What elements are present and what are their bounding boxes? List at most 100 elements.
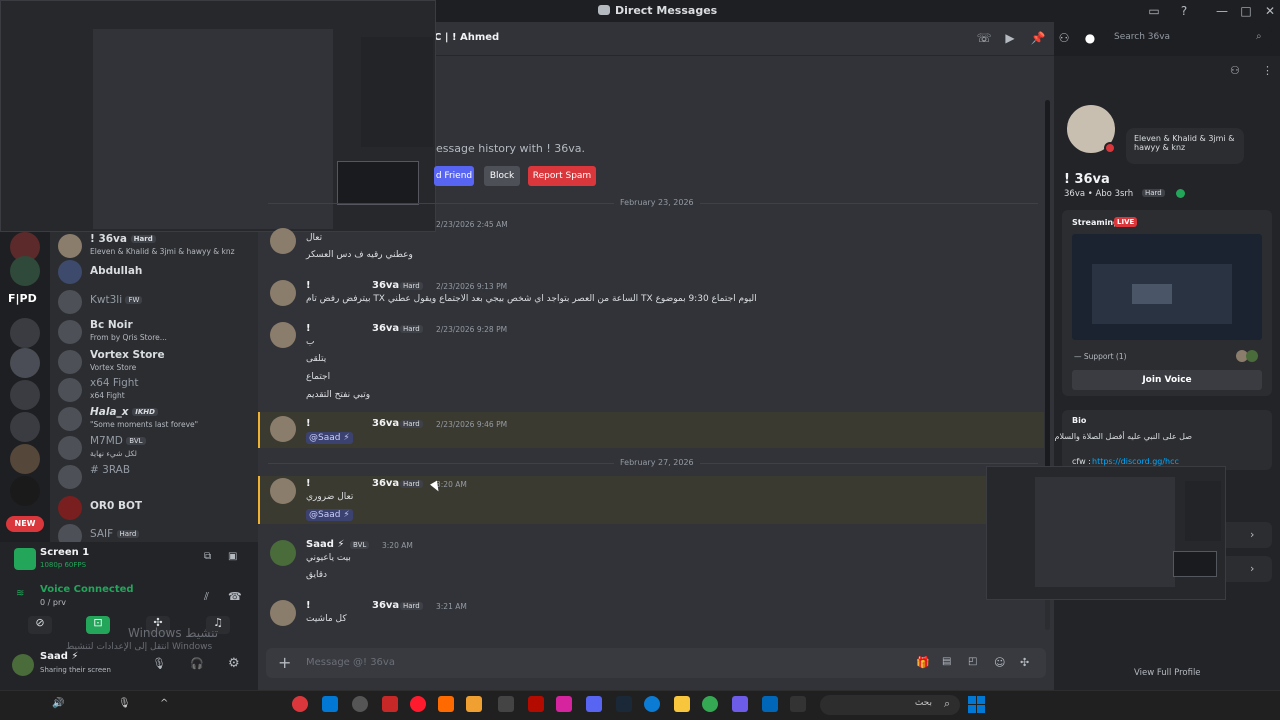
- message-input[interactable]: Message @! 36va: [306, 657, 395, 668]
- server-icon[interactable]: [10, 380, 40, 410]
- gif-icon[interactable]: ▤: [942, 656, 951, 667]
- bio-label: Bio: [1072, 416, 1087, 425]
- headphones-icon[interactable]: 🎧: [190, 657, 204, 670]
- server-icon[interactable]: [10, 256, 40, 286]
- add-friend-button[interactable]: d Friend: [434, 166, 474, 186]
- stop-stream-icon[interactable]: ▣: [228, 551, 240, 563]
- server-icon[interactable]: [10, 348, 40, 378]
- app-icon[interactable]: [292, 696, 308, 712]
- scrollbar-thumb[interactable]: [1045, 100, 1050, 520]
- search-input[interactable]: Search 36va: [1108, 28, 1272, 48]
- dm-item[interactable]: Bc Noir From by Qris Store...: [58, 318, 253, 348]
- user-avatar[interactable]: [12, 654, 34, 676]
- acrobat-icon[interactable]: [528, 696, 544, 712]
- sticker-icon[interactable]: ◰: [968, 656, 977, 667]
- screen-share-button[interactable]: ⊡: [86, 616, 110, 634]
- stream-scene-detail: [1132, 284, 1172, 304]
- bio-link[interactable]: https://discord.gg/hcc: [1092, 457, 1179, 466]
- taskbar-clock[interactable]: [6, 694, 46, 714]
- dm-item[interactable]: Vortex Store Vortex Store: [58, 348, 253, 378]
- steam-icon[interactable]: [616, 696, 632, 712]
- popout-icon[interactable]: ⧉: [204, 551, 216, 563]
- camera-off-icon[interactable]: ⊘: [28, 616, 52, 634]
- voice-call-icon[interactable]: ☏: [976, 31, 992, 47]
- server-icon[interactable]: [10, 412, 40, 442]
- mic-icon[interactable]: 🎙: [152, 657, 166, 670]
- chevron-right-icon: ›: [1250, 562, 1255, 575]
- app-icon[interactable]: [438, 696, 454, 712]
- message-input-box[interactable]: + Message @! 36va 🎁 ▤ ◰ ☺ ✣: [266, 648, 1046, 678]
- mini-preview-nested: [1173, 551, 1217, 577]
- message-author[interactable]: Saad ⚡: [306, 539, 344, 550]
- new-badge[interactable]: NEW: [6, 516, 44, 532]
- report-spam-button[interactable]: Report Spam: [528, 166, 596, 186]
- message-time: 2/23/2026 2:45 AM: [436, 220, 508, 229]
- instagram-icon[interactable]: [556, 696, 572, 712]
- user-mention[interactable]: @Saad ⚡: [306, 432, 353, 444]
- close-icon[interactable]: ✕: [1262, 3, 1278, 19]
- attach-plus-icon[interactable]: +: [278, 653, 291, 672]
- dm-item[interactable]: Abdullah: [58, 258, 253, 288]
- app-icon[interactable]: [382, 696, 398, 712]
- dm-item[interactable]: M7MD BVL لكل شيء نهاية: [58, 434, 253, 464]
- profile-username: 36va • Abo 3srh: [1064, 189, 1134, 199]
- server-icon[interactable]: [10, 476, 40, 506]
- discord-taskbar-icon[interactable]: [586, 696, 602, 712]
- app-icon[interactable]: [790, 696, 806, 712]
- more-options-icon[interactable]: ⋮: [1262, 64, 1273, 77]
- voice-status[interactable]: Voice Connected: [40, 584, 134, 595]
- profile-friend-icon[interactable]: ⚇: [1230, 64, 1240, 77]
- minimize-icon[interactable]: —: [1214, 3, 1230, 19]
- edge-icon[interactable]: [644, 696, 660, 712]
- preview-profile: [361, 37, 433, 147]
- app-icon[interactable]: [498, 696, 514, 712]
- dm-item[interactable]: x64 Fight x64 Fight: [58, 376, 253, 406]
- message-author[interactable]: 36va: [372, 418, 399, 429]
- noise-suppression-icon[interactable]: ⫽: [204, 590, 209, 604]
- app-icon[interactable]: [466, 696, 482, 712]
- add-friends-icon[interactable]: ⚇: [1056, 31, 1072, 47]
- dm-item[interactable]: OR0 BOT: [58, 494, 253, 524]
- dm-item[interactable]: Kwt3li FW: [58, 288, 253, 318]
- inbox-icon[interactable]: ▭: [1146, 3, 1162, 19]
- gift-icon[interactable]: 🎁: [916, 656, 930, 669]
- join-voice-button[interactable]: Join Voice: [1072, 370, 1262, 390]
- avatar: [58, 320, 82, 344]
- server-icon[interactable]: [10, 318, 40, 348]
- apps-icon[interactable]: ✣: [1020, 656, 1029, 669]
- message-author[interactable]: 36va: [372, 323, 399, 334]
- settings-gear-icon[interactable]: ⚙: [228, 656, 240, 671]
- help-icon[interactable]: ?: [1176, 3, 1192, 19]
- app-icon[interactable]: [732, 696, 748, 712]
- app-icon[interactable]: [762, 696, 778, 712]
- emoji-icon[interactable]: ☺: [994, 656, 1005, 669]
- volume-icon[interactable]: 🔊: [52, 698, 64, 709]
- voice-support-channel[interactable]: — Support (1): [1074, 352, 1127, 361]
- user-profile-icon[interactable]: ●: [1082, 31, 1098, 47]
- chrome-icon[interactable]: [702, 696, 718, 712]
- pin-icon[interactable]: 📌: [1030, 31, 1046, 47]
- message-author[interactable]: 36va: [372, 600, 399, 611]
- user-mention[interactable]: @Saad ⚡: [306, 509, 353, 521]
- app-icon[interactable]: [322, 696, 338, 712]
- voice-channel[interactable]: 0 / prv: [40, 598, 66, 607]
- taskbar-search[interactable]: بحث: [820, 695, 960, 715]
- video-call-icon[interactable]: ▶: [1002, 31, 1018, 47]
- app-icon[interactable]: [352, 696, 368, 712]
- message-author[interactable]: 36va: [372, 478, 399, 489]
- mic-tray-icon[interactable]: 🎙: [118, 698, 131, 709]
- dm-item[interactable]: Hala_x IKHD "Some moments last foreve": [58, 405, 253, 435]
- windows-start-icon[interactable]: [968, 696, 986, 714]
- opera-icon[interactable]: [410, 696, 426, 712]
- dm-item[interactable]: # 3RAB: [58, 463, 253, 493]
- file-explorer-icon[interactable]: [674, 696, 690, 712]
- stream-preview[interactable]: [1072, 234, 1262, 340]
- server-fpd[interactable]: F|PD: [8, 292, 37, 305]
- block-button[interactable]: Block: [484, 166, 520, 186]
- view-full-profile-link[interactable]: View Full Profile: [1134, 668, 1201, 678]
- maximize-icon[interactable]: □: [1238, 3, 1254, 19]
- server-icon[interactable]: [10, 444, 40, 474]
- disconnect-icon[interactable]: ☎: [228, 590, 242, 603]
- tray-chevron-icon[interactable]: ^: [160, 698, 168, 709]
- message-author[interactable]: 36va: [372, 280, 399, 291]
